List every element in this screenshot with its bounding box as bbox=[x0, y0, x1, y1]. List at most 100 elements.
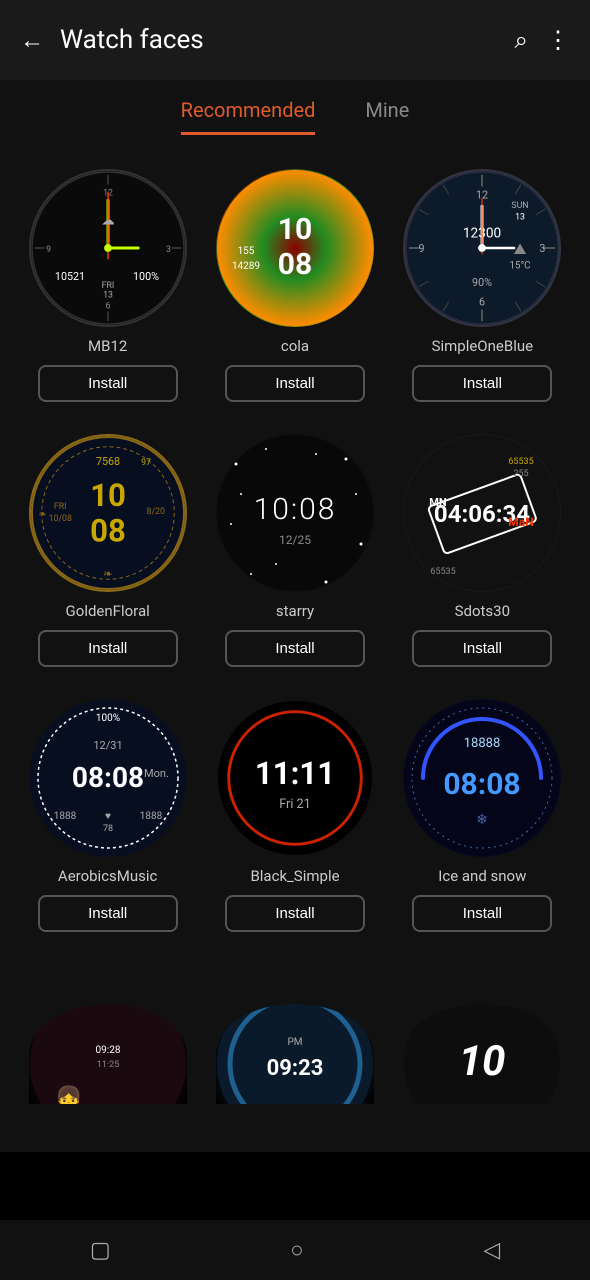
watch-face-partial-1[interactable]: 09:28 11·25 👧 bbox=[29, 1004, 187, 1104]
top-bar-left: ← Watch faces bbox=[20, 25, 204, 55]
watch-card-golden-floral: ❧ ❧ FRI 10/08 8/20 10 08 7568 97 GoldenF… bbox=[14, 420, 201, 685]
nav-back-button[interactable]: ◁ bbox=[483, 1238, 500, 1263]
svg-text:Mon.: Mon. bbox=[144, 767, 169, 780]
install-button-black-simple[interactable]: Install bbox=[225, 895, 365, 932]
svg-text:65535: 65535 bbox=[431, 567, 456, 577]
svg-text:100%: 100% bbox=[96, 713, 120, 724]
watch-name-sdots30: Sdots30 bbox=[455, 602, 510, 620]
svg-text:1888: 1888 bbox=[139, 811, 162, 822]
install-button-starry[interactable]: Install bbox=[225, 630, 365, 667]
nav-bar: ▢ ○ ◁ bbox=[0, 1220, 590, 1280]
watch-face-golden-floral[interactable]: ❧ ❧ FRI 10/08 8/20 10 08 7568 97 bbox=[29, 434, 187, 592]
top-bar: ← Watch faces ⌕ ⋮ bbox=[0, 0, 590, 80]
svg-text:6: 6 bbox=[105, 301, 110, 311]
svg-text:MaN: MaN bbox=[509, 515, 534, 529]
svg-text:78: 78 bbox=[103, 824, 113, 834]
install-button-ice-snow[interactable]: Install bbox=[412, 895, 552, 932]
svg-text:08:08: 08:08 bbox=[444, 767, 521, 802]
svg-text:10: 10 bbox=[90, 477, 126, 514]
svg-text:6: 6 bbox=[479, 296, 485, 309]
svg-text:08: 08 bbox=[278, 247, 312, 282]
watch-face-aerobics-music[interactable]: 100% 12/31 08:08 Mon. 1888 ♥ 78 1888 bbox=[29, 699, 187, 857]
watch-card-cola: 10 08 155 14289 cola Install bbox=[201, 155, 388, 420]
svg-text:14289: 14289 bbox=[232, 261, 260, 272]
svg-text:97: 97 bbox=[141, 458, 151, 468]
nav-square-button[interactable]: ▢ bbox=[90, 1238, 111, 1263]
top-bar-right: ⌕ ⋮ bbox=[515, 28, 570, 52]
watch-face-starry[interactable]: 10:08 12/25 bbox=[216, 434, 374, 592]
watch-face-cola[interactable]: 10 08 155 14289 bbox=[216, 169, 374, 327]
watch-name-starry: starry bbox=[276, 602, 314, 620]
svg-text:9: 9 bbox=[46, 245, 51, 255]
watch-face-sdots30[interactable]: 65535 255 65535 MN 04:06:34 MaN bbox=[403, 434, 561, 592]
watch-face-black-simple[interactable]: 11:11 Fri 21 bbox=[216, 699, 374, 857]
watch-name-ice-snow: Ice and snow bbox=[438, 867, 526, 885]
svg-text:FRI: FRI bbox=[54, 502, 67, 512]
tab-bar: Recommended Mine bbox=[0, 80, 590, 135]
watch-card-partial-2: PM 09:23 bbox=[201, 990, 388, 1132]
install-button-golden-floral[interactable]: Install bbox=[38, 630, 178, 667]
more-button[interactable]: ⋮ bbox=[546, 28, 570, 52]
svg-text:10/08: 10/08 bbox=[48, 514, 71, 524]
svg-text:❄: ❄ bbox=[476, 812, 488, 828]
back-button[interactable]: ← bbox=[20, 28, 44, 52]
install-button-cola[interactable]: Install bbox=[225, 365, 365, 402]
svg-text:09:28: 09:28 bbox=[95, 1045, 120, 1056]
watch-grid: 12 6 9 3 10521 100% ☁ FRI 13 bbox=[0, 135, 590, 970]
watch-card-simple-one-blue: 12 3 6 9 SUN 13 ⛰ 15°C 12300 90% bbox=[389, 155, 576, 420]
svg-text:♥: ♥ bbox=[105, 811, 111, 822]
watch-face-simple-one-blue[interactable]: 12 3 6 9 SUN 13 ⛰ 15°C 12300 90% bbox=[403, 169, 561, 327]
watch-card-partial-3: 10 bbox=[389, 990, 576, 1132]
watch-face-ice-snow[interactable]: 18888 08:08 ❄ bbox=[403, 699, 561, 857]
svg-text:3: 3 bbox=[540, 242, 546, 255]
svg-text:PM: PM bbox=[287, 1037, 302, 1048]
tab-recommended[interactable]: Recommended bbox=[181, 98, 316, 135]
svg-text:11·25: 11·25 bbox=[96, 1060, 119, 1070]
watch-face-partial-2[interactable]: PM 09:23 bbox=[216, 1004, 374, 1104]
svg-text:155: 155 bbox=[238, 246, 255, 257]
svg-text:13: 13 bbox=[103, 291, 113, 301]
watch-face-partial-3[interactable]: 10 bbox=[403, 1004, 561, 1104]
svg-text:18888: 18888 bbox=[464, 736, 501, 751]
watch-grid-partial: 09:28 11·25 👧 PM 09:23 10 bbox=[0, 970, 590, 1152]
watch-name-simple-one-blue: SimpleOneBlue bbox=[432, 337, 534, 355]
page-title: Watch faces bbox=[60, 25, 204, 55]
svg-text:65535: 65535 bbox=[509, 457, 534, 467]
watch-card-mb12: 12 6 9 3 10521 100% ☁ FRI 13 bbox=[14, 155, 201, 420]
svg-text:10:08: 10:08 bbox=[254, 492, 337, 527]
svg-text:12/31: 12/31 bbox=[93, 739, 122, 752]
svg-text:❧: ❧ bbox=[38, 509, 46, 520]
search-button[interactable]: ⌕ bbox=[515, 28, 528, 52]
watch-face-mb12[interactable]: 12 6 9 3 10521 100% ☁ FRI 13 bbox=[29, 169, 187, 327]
svg-text:90%: 90% bbox=[472, 276, 492, 289]
svg-text:9: 9 bbox=[419, 242, 425, 255]
svg-text:Fri 21: Fri 21 bbox=[279, 797, 311, 812]
svg-text:12/25: 12/25 bbox=[279, 533, 311, 547]
svg-text:SUN: SUN bbox=[512, 201, 529, 211]
watch-card-black-simple: 11:11 Fri 21 Black_Simple Install bbox=[201, 685, 388, 950]
svg-text:10: 10 bbox=[278, 212, 312, 247]
watch-name-black-simple: Black_Simple bbox=[250, 867, 339, 885]
install-button-mb12[interactable]: Install bbox=[38, 365, 178, 402]
install-button-aerobics-music[interactable]: Install bbox=[38, 895, 178, 932]
watch-card-ice-snow: 18888 08:08 ❄ Ice and snow Install bbox=[389, 685, 576, 950]
svg-text:👧: 👧 bbox=[55, 1085, 82, 1104]
svg-text:11:11: 11:11 bbox=[255, 755, 335, 792]
svg-text:FRI: FRI bbox=[101, 281, 114, 291]
install-button-sdots30[interactable]: Install bbox=[412, 630, 552, 667]
watch-name-cola: cola bbox=[281, 337, 309, 355]
watch-card-aerobics-music: 100% 12/31 08:08 Mon. 1888 ♥ 78 1888 Aer… bbox=[14, 685, 201, 950]
svg-text:13: 13 bbox=[515, 213, 525, 223]
svg-text:7568: 7568 bbox=[96, 455, 120, 468]
svg-text:100%: 100% bbox=[133, 270, 159, 283]
tab-mine[interactable]: Mine bbox=[365, 98, 409, 135]
nav-home-button[interactable]: ○ bbox=[290, 1237, 303, 1263]
install-button-simple-one-blue[interactable]: Install bbox=[412, 365, 552, 402]
watch-card-sdots30: 65535 255 65535 MN 04:06:34 MaN Sdots30 … bbox=[389, 420, 576, 685]
svg-text:15°C: 15°C bbox=[510, 260, 531, 271]
svg-text:08: 08 bbox=[90, 512, 126, 549]
watch-name-aerobics-music: AerobicsMusic bbox=[58, 867, 158, 885]
svg-text:255: 255 bbox=[514, 469, 529, 479]
svg-text:08:08: 08:08 bbox=[72, 761, 144, 794]
svg-text:1888: 1888 bbox=[53, 811, 76, 822]
